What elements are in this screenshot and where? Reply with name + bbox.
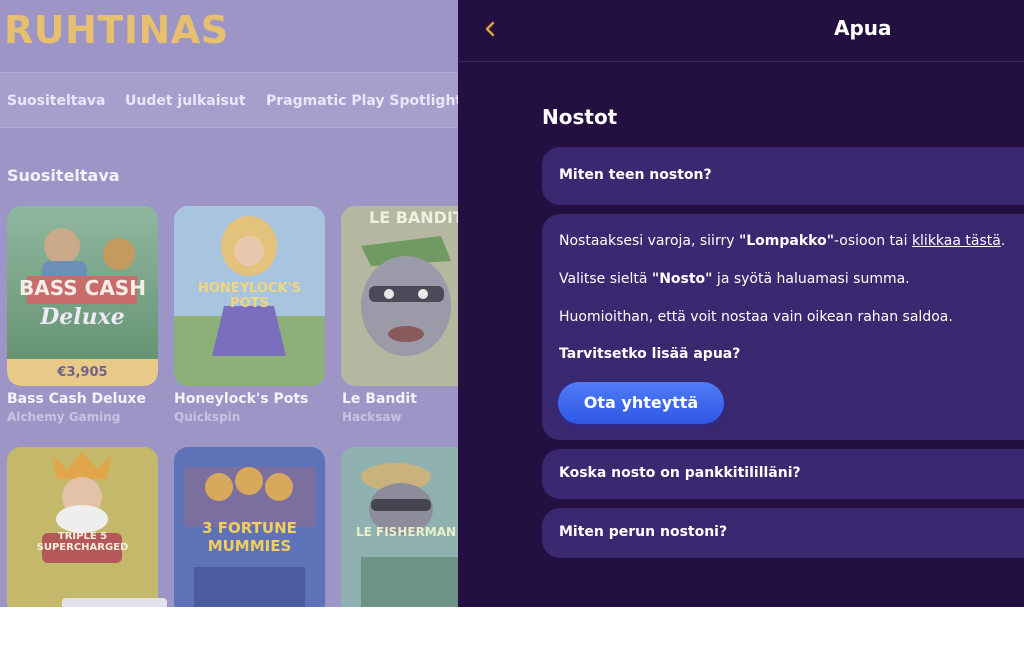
faq-question: Miten teen noston? <box>559 167 712 183</box>
answer-text: Nostaaksesi varoja, siirry <box>559 233 739 249</box>
answer-line-1: Nostaaksesi varoja, siirry "Lompakko"-os… <box>559 233 1005 249</box>
game-provider: Alchemy Gaming <box>7 410 121 424</box>
game-art-title: LE BANDIT <box>369 208 458 227</box>
answer-text: . <box>1000 233 1006 249</box>
faq-question: Miten perun nostoni? <box>559 524 728 540</box>
nav-item-uudet-julkaisut[interactable]: Uudet julkaisut <box>125 93 246 109</box>
category-title: Nostot <box>542 105 618 129</box>
answer-line-2: Valitse sieltä "Nosto" ja syötä haluamas… <box>559 271 910 287</box>
answer-text-bold: "Nosto" <box>651 271 713 287</box>
category-nav: Suositeltava Uudet julkaisut Pragmatic P… <box>0 72 458 128</box>
jackpot-badge: €3,905 <box>7 359 158 386</box>
game-art-title: BASS CASH <box>19 276 146 300</box>
answer-text: Valitse sieltä <box>559 271 652 287</box>
screen: RUHTINAS Suositeltava Uudet julkaisut Pr… <box>0 0 1024 607</box>
game-art-subtitle: Deluxe <box>40 304 125 330</box>
brand-logo[interactable]: RUHTINAS <box>4 8 229 52</box>
help-panel: Apua Nostot Miten teen noston? Nostaakse… <box>458 0 1024 607</box>
answer-text-bold: "Lompakko" <box>738 233 834 249</box>
game-art-title: 3 FORTUNE MUMMIES <box>202 519 297 555</box>
game-art-title: LE FISHERMAN <box>356 525 457 539</box>
game-tile-bass-cash-deluxe[interactable]: BASS CASH Deluxe €3,905 <box>7 206 158 386</box>
answer-text: -osioon tai <box>834 233 912 249</box>
game-name[interactable]: Honeylock's Pots <box>174 391 308 407</box>
game-tile-le-bandit[interactable]: LE BANDIT <box>341 206 458 386</box>
faq-item-withdraw-cancel[interactable]: Miten perun nostoni? <box>542 508 1024 558</box>
faq-item-withdraw-when[interactable]: Koska nosto on pankkitililläni? <box>542 449 1024 499</box>
game-tile-triple-5-supercharged[interactable]: TRIPLE 5 SUPERCHARGED <box>7 447 158 607</box>
faq-question: Koska nosto on pankkitililläni? <box>559 465 801 481</box>
nav-item-pragmatic-play-spotlight[interactable]: Pragmatic Play Spotlight <box>266 93 458 109</box>
game-tile-le-fisherman[interactable]: LE FISHERMAN <box>341 447 458 607</box>
game-provider: Hacksaw <box>342 410 402 424</box>
help-header: Apua <box>458 0 1024 62</box>
game-provider: Quickspin <box>174 410 241 424</box>
chevron-left-icon[interactable] <box>478 16 502 42</box>
help-title: Apua <box>834 16 892 40</box>
game-art <box>7 447 158 607</box>
game-name[interactable]: Bass Cash Deluxe <box>7 391 146 407</box>
answer-text: ja syötä haluamasi summa. <box>712 271 910 287</box>
game-tile-honeylocks-pots[interactable]: HONEYLOCK'S POTS <box>174 206 325 386</box>
nav-item-suositeltava[interactable]: Suositeltava <box>7 93 106 109</box>
game-art <box>341 206 458 386</box>
click-here-link[interactable]: klikkaa tästä <box>912 233 1001 249</box>
game-tile-3-fortune-mummies[interactable]: 3 FORTUNE MUMMIES <box>174 447 325 607</box>
answer-line-4: Tarvitsetko lisää apua? <box>559 346 741 362</box>
game-art-title: TRIPLE 5 SUPERCHARGED <box>36 531 129 553</box>
faq-answer-panel: Nostaaksesi varoja, siirry "Lompakko"-os… <box>542 214 1024 440</box>
answer-line-3: Huomioithan, että voit nostaa vain oikea… <box>559 309 953 325</box>
contact-us-button[interactable]: Ota yhteyttä <box>558 382 724 424</box>
section-title: Suositeltava <box>7 166 120 185</box>
game-name[interactable]: Le Bandit <box>342 391 417 407</box>
game-art-title: HONEYLOCK'S POTS <box>198 281 301 311</box>
scroll-indicator[interactable] <box>62 598 167 607</box>
faq-item-withdraw-how[interactable]: Miten teen noston? <box>542 147 1024 205</box>
casino-lobby-background: RUHTINAS Suositeltava Uudet julkaisut Pr… <box>0 0 458 607</box>
